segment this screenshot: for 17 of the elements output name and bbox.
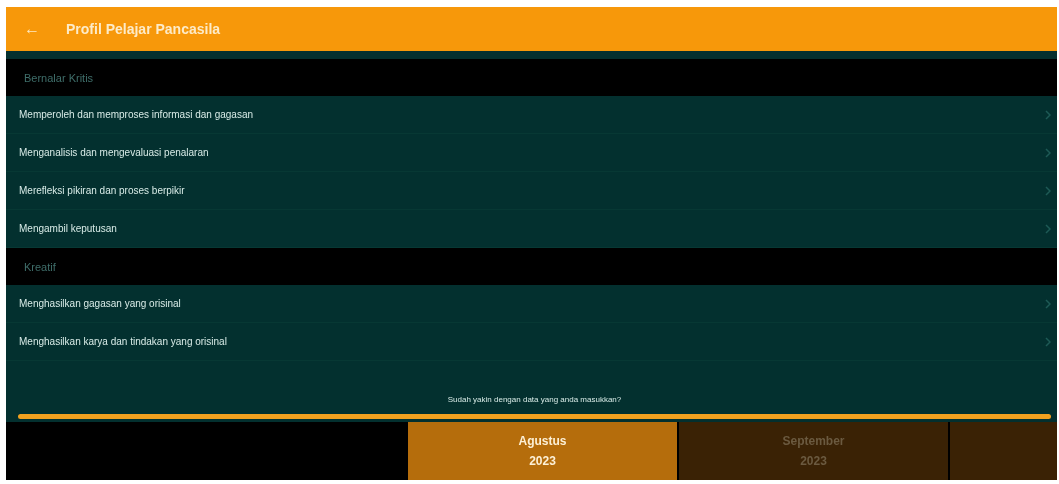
chevron-icon: [1045, 298, 1051, 309]
month-tab[interactable]: [950, 422, 1057, 480]
chevron-icon: [1045, 147, 1051, 158]
section-title: Bernalar Kritis: [24, 71, 94, 84]
chevron-icon: [1045, 109, 1051, 120]
list-item[interactable]: Merefleksi pikiran dan proses berpikir: [6, 172, 1057, 210]
list-item[interactable]: Memperoleh dan memproses informasi dan gagasan: [6, 96, 1057, 134]
app-bar-title: Profil Pelajar Pancasila: [66, 21, 221, 37]
confirm-prompt: Sudah yakin dengan data yang anda masukkan?: [447, 395, 622, 404]
chevron-icon: [1045, 336, 1051, 347]
list-item[interactable]: Menghasilkan gagasan yang orisinal: [6, 285, 1057, 323]
list-item[interactable]: Menganalisis dan mengevaluasi penalaran: [6, 134, 1057, 172]
chevron-icon: [1045, 223, 1051, 234]
chevron-icon: [1045, 185, 1051, 196]
section-title: Kreatif: [24, 260, 56, 273]
list-item[interactable]: Menghasilkan karya dan tindakan yang orisinal: [6, 323, 1057, 361]
month-tab[interactable]: Agustus 2023: [408, 422, 677, 480]
